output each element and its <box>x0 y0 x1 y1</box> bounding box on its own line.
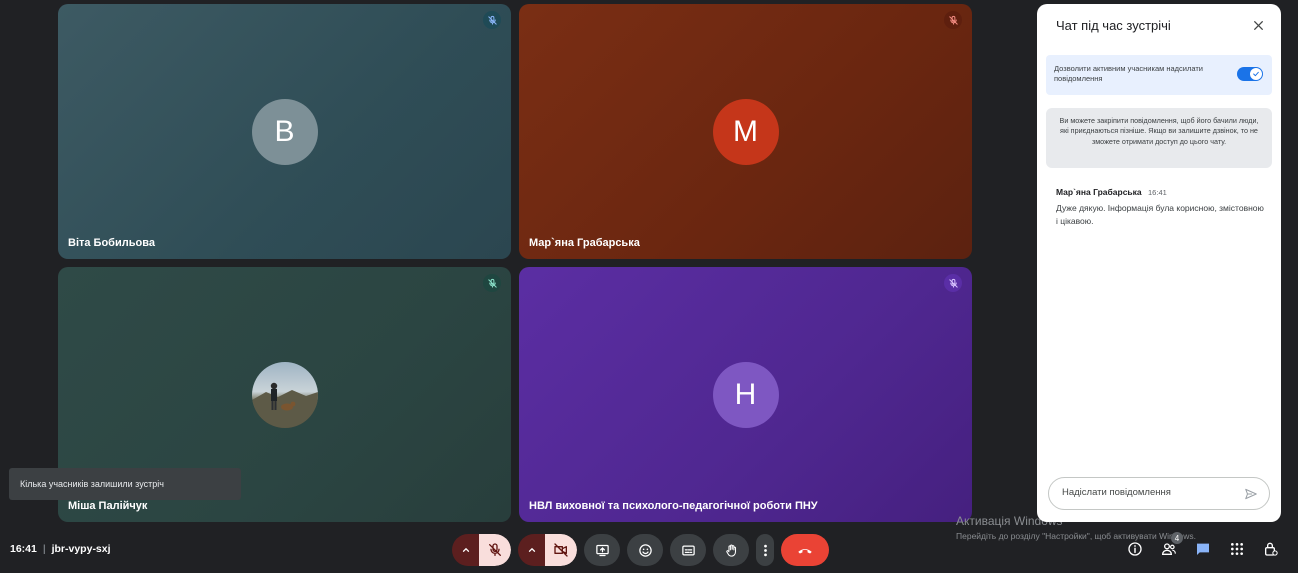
host-controls-icon <box>1265 542 1278 556</box>
pin-message-info: Ви можете закріпити повідомлення, щоб йо… <box>1046 108 1272 168</box>
mic-muted-badge <box>483 274 501 292</box>
camera-control-group <box>518 534 577 566</box>
check-icon <box>1253 71 1259 77</box>
participant-tile[interactable]: M Мар`яна Грабарська <box>519 4 972 259</box>
apps-icon <box>1231 543 1243 555</box>
present-icon <box>595 544 609 556</box>
raise-hand-icon <box>725 543 736 557</box>
participant-name: НВЛ виховної та психолого-педагогічної р… <box>529 500 818 512</box>
captions-button[interactable] <box>670 534 706 566</box>
side-panel-toggles: 4 <box>1124 532 1282 560</box>
allow-messages-label: Дозволити активним учасникам надсилати п… <box>1054 64 1203 84</box>
send-button[interactable] <box>1244 487 1258 501</box>
close-chat-button[interactable] <box>1249 16 1267 34</box>
mic-control-group <box>452 534 511 566</box>
participant-photo-avatar <box>251 361 318 428</box>
chat-panel: Чат під час зустрічі Дозволити активним … <box>1037 4 1281 522</box>
meeting-clock: 16:41 <box>10 543 37 555</box>
participant-name: Віта Бобильова <box>68 237 155 249</box>
mic-off-icon <box>489 543 501 556</box>
toggle-mic-button[interactable] <box>479 534 511 566</box>
chat-panel-title: Чат під час зустрічі <box>1056 18 1171 33</box>
captions-icon <box>681 545 695 555</box>
call-control-bar: 16:41 | jbr-vypy-sxj 4 <box>0 528 1298 573</box>
audio-settings-button[interactable] <box>452 534 479 566</box>
participant-tile[interactable]: B Віта Бобильова <box>58 4 511 259</box>
chevron-up-icon <box>528 547 535 552</box>
host-controls-button[interactable] <box>1260 538 1282 560</box>
chat-button[interactable] <box>1192 538 1214 560</box>
participant-avatar: B <box>251 98 318 165</box>
meeting-details-button[interactable] <box>1124 538 1146 560</box>
close-icon <box>1253 20 1263 30</box>
send-icon <box>1245 488 1257 500</box>
people-button[interactable]: 4 <box>1158 532 1183 560</box>
participant-name: Міша Палійчук <box>68 500 148 512</box>
info-icon <box>1128 542 1142 556</box>
activities-button[interactable] <box>1226 538 1248 560</box>
chat-message: Мар`яна Грабарська 16:41 Дуже дякую. Інф… <box>1056 187 1266 228</box>
meet-call-screen: B Віта Бобильова M Мар`яна Грабарська Мі… <box>0 0 1298 573</box>
meeting-code[interactable]: jbr-vypy-sxj <box>52 543 111 555</box>
present-screen-button[interactable] <box>584 534 620 566</box>
more-vert-icon <box>763 544 767 556</box>
mic-off-icon <box>487 15 497 25</box>
video-settings-button[interactable] <box>518 534 545 566</box>
mic-off-icon <box>487 278 497 288</box>
more-options-button[interactable] <box>756 534 774 566</box>
emoji-icon <box>638 543 652 557</box>
chat-message-header: Мар`яна Грабарська 16:41 <box>1056 187 1266 197</box>
raise-hand-button[interactable] <box>713 534 749 566</box>
camera-off-icon <box>554 543 568 557</box>
chat-input-box <box>1048 477 1270 510</box>
participant-avatar: M <box>712 98 779 165</box>
message-text: Дуже дякую. Інформація була корисною, зм… <box>1056 203 1264 227</box>
allow-messages-toggle[interactable] <box>1237 67 1263 81</box>
call-controls <box>452 534 829 566</box>
message-time: 16:41 <box>1148 188 1167 197</box>
message-sender: Мар`яна Грабарська <box>1056 187 1142 197</box>
participant-count-badge: 4 <box>1171 532 1183 544</box>
end-call-button[interactable] <box>781 534 829 566</box>
mic-muted-badge <box>944 274 962 292</box>
allow-messages-setting: Дозволити активним учасникам надсилати п… <box>1046 55 1272 95</box>
participant-avatar: H <box>712 361 779 428</box>
send-message-input[interactable] <box>1062 487 1232 498</box>
chat-icon <box>1197 543 1209 555</box>
participants-left-toast: Кілька учасників залишили зустріч <box>9 468 241 500</box>
send-reaction-button[interactable] <box>627 534 663 566</box>
mic-off-icon <box>948 15 958 25</box>
mic-off-icon <box>948 278 958 288</box>
mic-muted-badge <box>944 11 962 29</box>
toggle-knob <box>1250 68 1262 80</box>
chevron-up-icon <box>462 547 469 552</box>
participant-name: Мар`яна Грабарська <box>529 237 640 249</box>
participant-tile[interactable]: H НВЛ виховної та психолого-педагогічної… <box>519 267 972 522</box>
end-call-icon <box>798 549 812 554</box>
person-photo-icon <box>251 382 318 428</box>
mic-muted-badge <box>483 11 501 29</box>
meeting-info-separator: | <box>42 543 46 555</box>
toggle-camera-button[interactable] <box>545 534 577 566</box>
meeting-info: 16:41 | jbr-vypy-sxj <box>10 543 111 555</box>
